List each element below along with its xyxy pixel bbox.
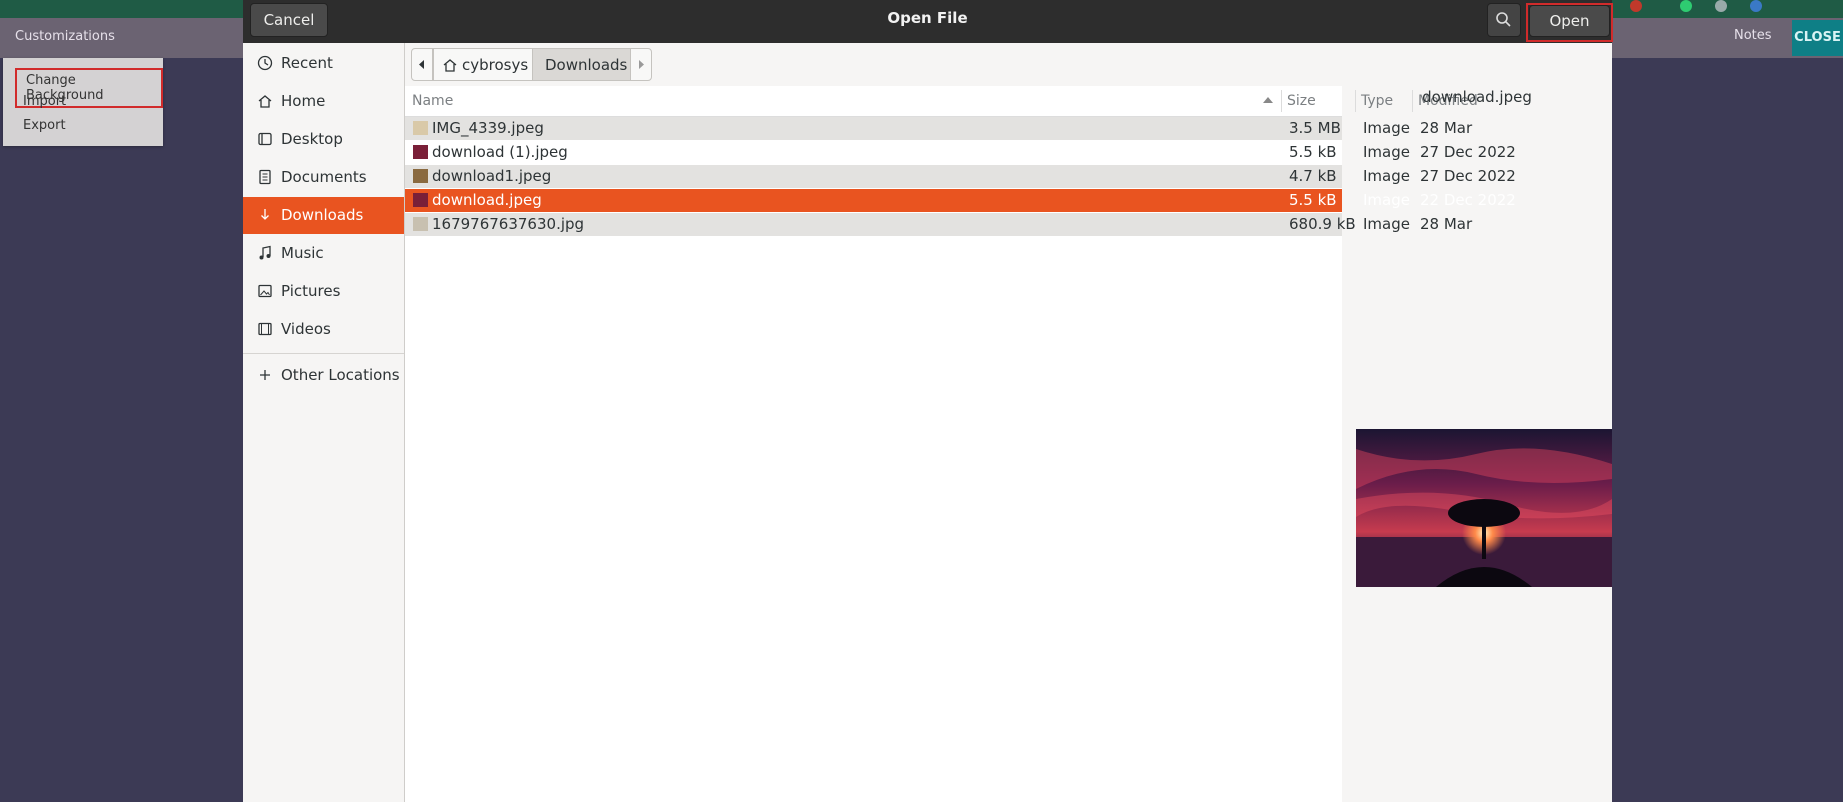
- sidebar-item-label: Other Locations: [281, 366, 400, 384]
- file-size: 5.5 kB: [1289, 143, 1337, 161]
- sort-ascending-icon: [1263, 97, 1273, 103]
- sidebar-item-recent[interactable]: Recent: [243, 45, 404, 82]
- file-type: Image: [1363, 143, 1410, 161]
- file-thumbnail-icon: [413, 193, 428, 207]
- notes-link[interactable]: Notes: [1734, 28, 1772, 43]
- extension-icon[interactable]: [1630, 0, 1642, 12]
- file-type: Image: [1363, 191, 1410, 209]
- file-type: Image: [1363, 119, 1410, 137]
- clock-icon: [257, 55, 273, 71]
- video-icon: [258, 322, 272, 336]
- preview-image: [1356, 429, 1612, 587]
- extension-icon[interactable]: [1715, 0, 1727, 12]
- file-thumbnail-icon: [413, 145, 428, 159]
- file-name: 1679767637630.jpg: [432, 215, 585, 233]
- home-icon: [258, 95, 272, 108]
- file-name: IMG_4339.jpeg: [432, 119, 544, 137]
- list-header: Name Size Type Modified: [405, 86, 1478, 117]
- sidebar-item-documents[interactable]: Documents: [243, 159, 404, 196]
- column-divider: [1281, 90, 1282, 112]
- sidebar-item-downloads[interactable]: Downloads: [243, 197, 404, 234]
- sidebar-item-label: Music: [281, 244, 324, 262]
- file-size: 3.5 MB: [1289, 119, 1341, 137]
- search-icon: [1496, 12, 1511, 27]
- export-item[interactable]: Export: [23, 118, 66, 133]
- sidebar-item-label: Videos: [281, 320, 331, 338]
- preview-filename: download.jpeg: [1422, 88, 1532, 106]
- sidebar-item-label: Recent: [281, 54, 333, 72]
- file-modified: 22 Dec 2022: [1420, 191, 1516, 209]
- file-name: download (1).jpeg: [432, 143, 568, 161]
- file-thumbnail-icon: [413, 217, 428, 231]
- path-forward-button[interactable]: [630, 48, 652, 81]
- home-icon: [443, 59, 457, 72]
- extension-icon[interactable]: [1680, 0, 1692, 12]
- extension-icon[interactable]: [1750, 0, 1762, 12]
- sidebar-item-home[interactable]: Home: [243, 83, 404, 120]
- sidebar-item-label: Downloads: [281, 206, 364, 224]
- app-title[interactable]: Customizations: [15, 29, 115, 44]
- dialog-header: Cancel Open File Open: [243, 0, 1613, 43]
- file-type: Image: [1363, 215, 1410, 233]
- sidebar-item-label: Desktop: [281, 130, 343, 148]
- chevron-left-icon: [419, 60, 424, 69]
- file-modified: 28 Mar: [1420, 119, 1473, 137]
- file-row[interactable]: download1.jpeg 4.7 kB Image 27 Dec 2022: [405, 165, 1516, 188]
- file-size: 680.9 kB: [1289, 215, 1356, 233]
- column-header-name[interactable]: Name: [412, 93, 453, 109]
- sidebar-item-desktop[interactable]: Desktop: [243, 121, 404, 158]
- sidebar-item-label: Pictures: [281, 282, 341, 300]
- sidebar-item-videos[interactable]: Videos: [243, 311, 404, 348]
- chevron-right-icon: [639, 60, 644, 69]
- dialog-title: Open File: [887, 9, 968, 27]
- file-thumbnail-icon: [413, 121, 428, 135]
- sidebar-item-label: Documents: [281, 168, 367, 186]
- file-row[interactable]: 1679767637630.jpg 680.9 kB Image 28 Mar: [405, 213, 1472, 236]
- browser-extension-icons: [1630, 0, 1770, 14]
- open-button[interactable]: Open: [1529, 5, 1610, 37]
- import-item[interactable]: Import: [23, 94, 66, 109]
- file-list: Name Size Type Modified IMG_4339.jpeg 3.5…: [405, 86, 1516, 802]
- sidebar-item-music[interactable]: Music: [243, 235, 404, 272]
- file-name: download.jpeg: [432, 191, 542, 209]
- sidebar-item-other-locations[interactable]: Other Locations: [243, 357, 404, 394]
- file-size: 4.7 kB: [1289, 167, 1337, 185]
- path-segment-home[interactable]: cybrosys: [433, 48, 533, 81]
- file-name: download1.jpeg: [432, 167, 552, 185]
- file-modified: 28 Mar: [1420, 215, 1473, 233]
- file-size: 5.5 kB: [1289, 191, 1337, 209]
- path-segment-downloads[interactable]: Downloads: [532, 48, 631, 81]
- file-type: Image: [1363, 167, 1410, 185]
- search-button[interactable]: [1487, 3, 1521, 37]
- sidebar-item-pictures[interactable]: Pictures: [243, 273, 404, 310]
- places-sidebar: Recent Home Desktop Documents Downloads …: [243, 43, 405, 802]
- picture-icon: [258, 284, 272, 298]
- customizations-dropdown: Change Background Import Export: [3, 58, 163, 146]
- column-header-size[interactable]: Size: [1287, 93, 1316, 109]
- download-icon: [261, 209, 269, 220]
- path-back-button[interactable]: [411, 48, 433, 81]
- file-modified: 27 Dec 2022: [1420, 143, 1516, 161]
- file-thumbnail-icon: [413, 169, 428, 183]
- file-modified: 27 Dec 2022: [1420, 167, 1516, 185]
- file-row[interactable]: download (1).jpeg 5.5 kB Image 27 Dec 2022: [405, 141, 1516, 164]
- music-icon: [259, 245, 271, 260]
- path-segment-label: cybrosys: [462, 56, 529, 74]
- path-segment-label: Downloads: [545, 56, 628, 74]
- close-button[interactable]: CLOSE: [1792, 20, 1843, 56]
- file-row[interactable]: IMG_4339.jpeg 3.5 MB Image 28 Mar: [405, 117, 1472, 140]
- desktop-icon: [258, 132, 272, 146]
- sidebar-separator: [243, 353, 404, 354]
- sidebar-item-label: Home: [281, 92, 326, 110]
- document-icon: [259, 169, 271, 185]
- plus-icon: [260, 370, 270, 380]
- file-row[interactable]: download.jpeg 5.5 kB Image 22 Dec 2022: [405, 189, 1516, 212]
- open-file-dialog: Cancel Open File Open Recent Home Deskto…: [243, 0, 1613, 802]
